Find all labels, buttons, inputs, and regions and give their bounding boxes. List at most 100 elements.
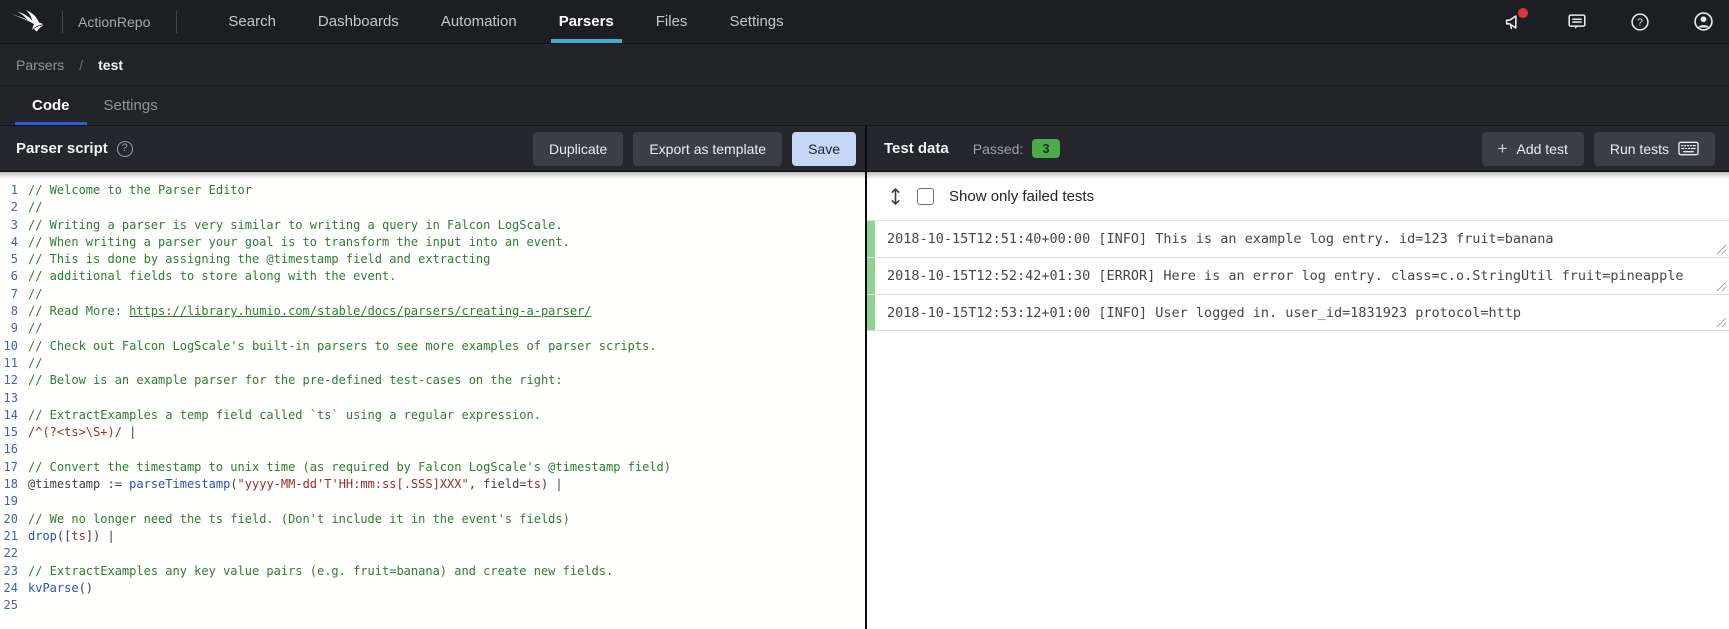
account-icon[interactable] bbox=[1691, 10, 1715, 34]
code-line[interactable]: 13 bbox=[0, 390, 865, 407]
code-line[interactable]: 23// ExtractExamples any key value pairs… bbox=[0, 563, 865, 580]
line-number: 13 bbox=[0, 390, 28, 407]
code-text: // Check out Falcon LogScale's built-in … bbox=[28, 338, 657, 355]
crowdstrike-logo-icon[interactable] bbox=[0, 0, 62, 43]
test-case-row[interactable]: 2018-10-15T12:52:42+01:30 [ERROR] Here i… bbox=[867, 257, 1729, 294]
line-number: 18 bbox=[0, 476, 28, 493]
code-line[interactable]: 3// Writing a parser is very similar to … bbox=[0, 217, 865, 234]
code-text: @timestamp := parseTimestamp("yyyy-MM-dd… bbox=[28, 476, 563, 493]
test-case-row[interactable]: 2018-10-15T12:51:40+00:00 [INFO] This is… bbox=[867, 220, 1729, 257]
code-line[interactable]: 20// We no longer need the ts field. (Do… bbox=[0, 511, 865, 528]
code-line[interactable]: 4// When writing a parser your goal is t… bbox=[0, 234, 865, 251]
line-number: 21 bbox=[0, 528, 28, 545]
code-line[interactable]: 25 bbox=[0, 597, 865, 614]
duplicate-button[interactable]: Duplicate bbox=[533, 132, 623, 166]
resize-grip-icon[interactable] bbox=[1715, 316, 1726, 327]
parser-script-toolbar: Parser script ? Duplicate Export as temp… bbox=[0, 126, 867, 171]
feedback-icon[interactable] bbox=[1565, 10, 1589, 34]
code-text: // bbox=[28, 320, 42, 337]
resize-grip-icon[interactable] bbox=[1715, 243, 1726, 254]
test-passed-indicator bbox=[867, 295, 875, 330]
breadcrumb-parsers-link[interactable]: Parsers bbox=[16, 57, 64, 73]
code-line[interactable]: 22 bbox=[0, 545, 865, 562]
repo-name[interactable]: ActionRepo bbox=[63, 14, 176, 30]
passed-label: Passed: bbox=[973, 141, 1024, 157]
resize-grip-icon[interactable] bbox=[1715, 280, 1726, 291]
help-icon[interactable]: ? bbox=[1628, 10, 1652, 34]
nav-item-files[interactable]: Files bbox=[635, 0, 709, 43]
code-line[interactable]: 7// bbox=[0, 286, 865, 303]
announcement-icon[interactable] bbox=[1502, 10, 1526, 34]
breadcrumb: Parsers / test bbox=[0, 44, 1729, 86]
code-line[interactable]: 24kvParse() bbox=[0, 580, 865, 597]
code-text: /^(?<ts>\S+)/ | bbox=[28, 424, 136, 441]
code-line[interactable]: 8// Read More: https://library.humio.com… bbox=[0, 303, 865, 320]
show-failed-label[interactable]: Show only failed tests bbox=[949, 188, 1094, 205]
line-number: 15 bbox=[0, 424, 28, 441]
panel-toolbars: Parser script ? Duplicate Export as temp… bbox=[0, 126, 1729, 172]
nav-utilities: ? bbox=[1502, 0, 1729, 43]
save-button[interactable]: Save bbox=[792, 132, 856, 166]
code-line[interactable]: 6// additional fields to store along wit… bbox=[0, 268, 865, 285]
export-template-button[interactable]: Export as template bbox=[633, 132, 782, 166]
code-line[interactable]: 17// Convert the timestamp to unix time … bbox=[0, 459, 865, 476]
line-number: 24 bbox=[0, 580, 28, 597]
test-case-text: 2018-10-15T12:51:40+00:00 [INFO] This is… bbox=[875, 221, 1729, 257]
nav-item-parsers[interactable]: Parsers bbox=[538, 0, 635, 43]
code-line[interactable]: 1// Welcome to the Parser Editor bbox=[0, 182, 865, 199]
parser-script-help-icon[interactable]: ? bbox=[117, 141, 133, 157]
line-number: 7 bbox=[0, 286, 28, 303]
code-line[interactable]: 2// bbox=[0, 199, 865, 216]
code-line[interactable]: 14// ExtractExamples a temp field called… bbox=[0, 407, 865, 424]
svg-text:?: ? bbox=[1637, 16, 1643, 28]
code-line[interactable]: 18@timestamp := parseTimestamp("yyyy-MM-… bbox=[0, 476, 865, 493]
code-text: // Welcome to the Parser Editor bbox=[28, 182, 252, 199]
code-line[interactable]: 21drop([ts]) | bbox=[0, 528, 865, 545]
plus-icon: + bbox=[1498, 140, 1508, 157]
line-number: 1 bbox=[0, 182, 28, 199]
code-text: // Convert the timestamp to unix time (a… bbox=[28, 459, 671, 476]
code-line[interactable]: 15/^(?<ts>\S+)/ | bbox=[0, 424, 865, 441]
line-number: 23 bbox=[0, 563, 28, 580]
line-number: 20 bbox=[0, 511, 28, 528]
code-text: // Writing a parser is very similar to w… bbox=[28, 217, 563, 234]
test-data-panel: Show only failed tests 2018-10-15T12:51:… bbox=[867, 172, 1729, 629]
line-number: 9 bbox=[0, 320, 28, 337]
tab-settings[interactable]: Settings bbox=[87, 86, 175, 125]
nav-item-search[interactable]: Search bbox=[207, 0, 297, 43]
test-case-row[interactable]: 2018-10-15T12:53:12+01:00 [INFO] User lo… bbox=[867, 294, 1729, 331]
code-line[interactable]: 5// This is done by assigning the @times… bbox=[0, 251, 865, 268]
code-text: // This is done by assigning the @timest… bbox=[28, 251, 490, 268]
code-line[interactable]: 12// Below is an example parser for the … bbox=[0, 372, 865, 389]
code-text: kvParse() bbox=[28, 580, 93, 597]
test-passed-indicator bbox=[867, 221, 875, 257]
add-test-label: Add test bbox=[1516, 141, 1567, 157]
code-line[interactable]: 10// Check out Falcon LogScale's built-i… bbox=[0, 338, 865, 355]
nav-item-automation[interactable]: Automation bbox=[420, 0, 538, 43]
code-lines: 1// Welcome to the Parser Editor2//3// W… bbox=[0, 182, 865, 614]
code-text: // ExtractExamples a temp field called `… bbox=[28, 407, 541, 424]
run-tests-button[interactable]: Run tests bbox=[1594, 132, 1715, 166]
resize-vertical-icon[interactable] bbox=[889, 187, 902, 206]
tab-code[interactable]: Code bbox=[15, 86, 87, 125]
code-text: // We no longer need the ts field. (Don'… bbox=[28, 511, 570, 528]
show-failed-checkbox[interactable] bbox=[917, 188, 934, 205]
code-line[interactable]: 9// bbox=[0, 320, 865, 337]
code-line[interactable]: 11// bbox=[0, 355, 865, 372]
line-number: 14 bbox=[0, 407, 28, 424]
parser-code-editor[interactable]: 1// Welcome to the Parser Editor2//3// W… bbox=[0, 172, 867, 629]
nav-item-settings[interactable]: Settings bbox=[708, 0, 804, 43]
nav-item-dashboards[interactable]: Dashboards bbox=[297, 0, 420, 43]
tab-bar: Code Settings bbox=[0, 86, 1729, 126]
keyboard-icon bbox=[1678, 141, 1699, 156]
code-line[interactable]: 19 bbox=[0, 493, 865, 510]
code-line[interactable]: 16 bbox=[0, 441, 865, 458]
app-root: ActionRepo Search Dashboards Automation … bbox=[0, 0, 1729, 629]
test-case-text: 2018-10-15T12:53:12+01:00 [INFO] User lo… bbox=[875, 295, 1729, 330]
notification-dot bbox=[1518, 8, 1528, 18]
add-test-button[interactable]: + Add test bbox=[1482, 132, 1584, 166]
code-text: // Read More: https://library.humio.com/… bbox=[28, 303, 592, 320]
line-number: 16 bbox=[0, 441, 28, 458]
test-filter-bar: Show only failed tests bbox=[867, 172, 1729, 220]
line-number: 4 bbox=[0, 234, 28, 251]
